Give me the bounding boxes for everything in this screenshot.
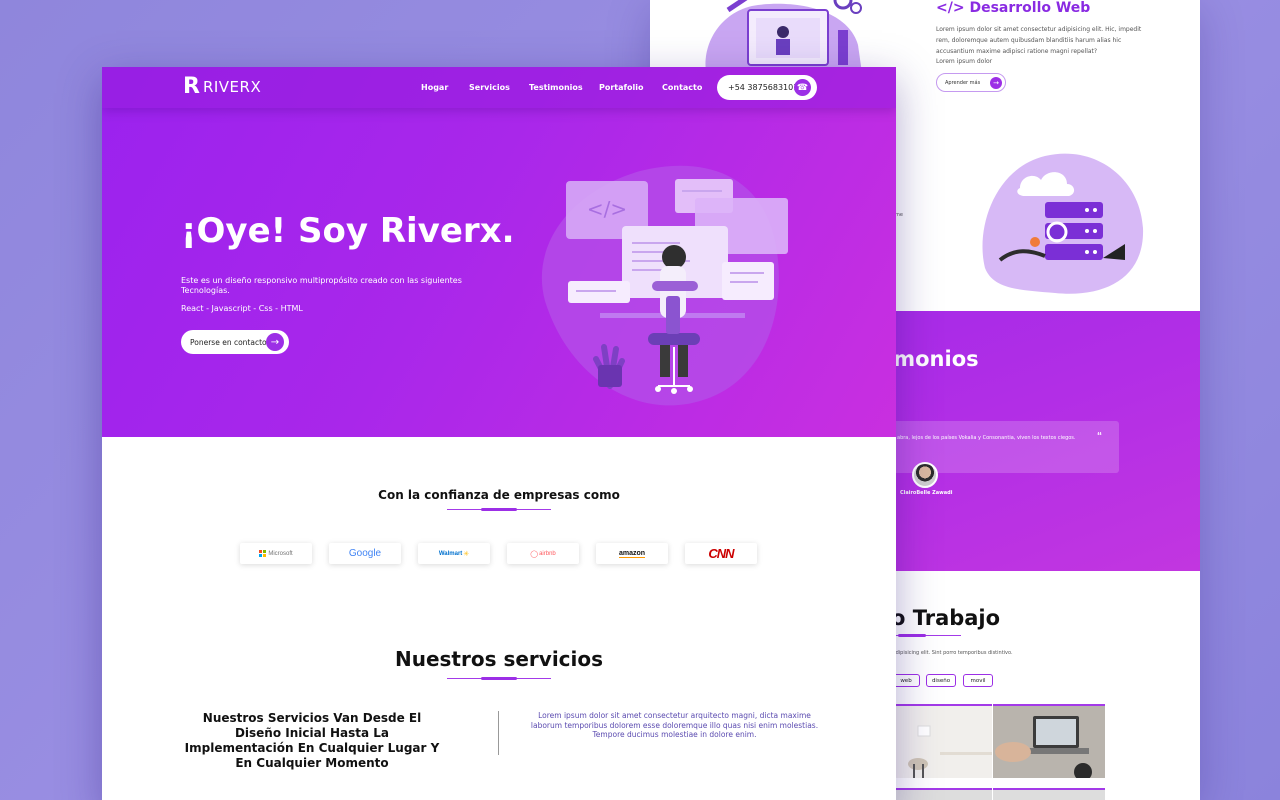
phone-button[interactable]: +54 3875683101 ☎: [717, 75, 817, 100]
nav-link-home[interactable]: Hogar: [421, 83, 448, 92]
learn-more-button[interactable]: Aprender más →: [936, 73, 1006, 92]
services-title: Nuestros servicios: [394, 647, 604, 671]
side-text-fragment: me: [895, 212, 903, 218]
testimonial-name: ClairoBelle Zawadi: [900, 490, 953, 496]
trust-title: Con la confianza de empresas como: [378, 488, 620, 502]
brand-airbnb-name: airbnb: [539, 550, 556, 557]
divider: [498, 711, 499, 755]
filter-mobile-button[interactable]: movil: [963, 674, 993, 687]
arrow-right-icon: →: [266, 333, 284, 351]
logo-mark: R: [183, 74, 200, 99]
brand-google: Google: [329, 543, 401, 564]
testimonial-text: abra, lejos de los países Vokalia y Cons…: [897, 435, 1076, 441]
brand-walmart: Walmart ✳: [418, 543, 490, 564]
hero-title: ¡Oye! Soy Riverx.: [181, 211, 515, 251]
web-dev-text-2: Lorem ipsum dolor: [936, 58, 993, 65]
brand-cnn: CNN: [685, 543, 757, 564]
microsoft-icon: [259, 550, 267, 557]
contact-button[interactable]: Ponerse en contacto →: [181, 330, 289, 354]
title-underline-accent: [898, 634, 926, 637]
code-icon: </>: [587, 197, 627, 221]
main-page-screenshot: R RIVERX Hogar Servicios Testimonios Por…: [102, 67, 896, 800]
hero-section: R RIVERX Hogar Servicios Testimonios Por…: [102, 67, 896, 437]
brand-google-name: Google: [348, 548, 382, 559]
navbar: R RIVERX Hogar Servicios Testimonios Por…: [102, 67, 896, 108]
testimonial-card: [870, 421, 1119, 473]
filter-web-button[interactable]: web: [892, 674, 920, 687]
services-title-underline-accent: [481, 677, 517, 680]
portfolio-image-laptop[interactable]: [993, 704, 1105, 778]
brand-microsoft: Microsoft: [240, 543, 312, 564]
services-headline: Nuestros Servicios Van Desde El Diseño I…: [184, 711, 440, 770]
hero-description: Este es un diseño responsivo multipropós…: [181, 276, 462, 295]
phone-icon: ☎: [794, 79, 811, 96]
title-underline-accent: [481, 508, 517, 511]
phone-number: +54 3875683101: [728, 83, 799, 92]
brand-airbnb: ◯ airbnb: [507, 543, 579, 564]
contact-button-label: Ponerse en contacto: [190, 337, 267, 347]
brand-amazon: amazon: [596, 543, 668, 564]
brand-walmart-name: Walmart: [438, 550, 463, 557]
nav-link-testimonials[interactable]: Testimonios: [529, 83, 583, 92]
web-dev-text: Lorem ipsum dolor sit amet consectetur a…: [936, 26, 1142, 55]
server-illustration: [982, 153, 1144, 294]
portfolio-image-3[interactable]: [880, 788, 992, 800]
nav-link-services[interactable]: Servicios: [469, 83, 510, 92]
portfolio-image-office[interactable]: [880, 704, 992, 778]
portfolio-image-4[interactable]: [993, 788, 1105, 800]
logo-text: RIVERX: [202, 78, 262, 96]
brand-amazon-name: amazon: [618, 549, 646, 558]
web-dev-title: </> Desarrollo Web: [936, 0, 1091, 16]
airbnb-icon: ◯: [530, 550, 539, 558]
services-text: Lorem ipsum dolor sit amet consectetur a…: [530, 711, 819, 739]
hero-technologies: React - Javascript - Css - HTML: [181, 304, 303, 313]
filter-design-button[interactable]: diseño: [926, 674, 956, 687]
nav-link-contact[interactable]: Contacto: [662, 83, 702, 92]
programmer-illustration: </>: [541, 165, 788, 406]
arrow-right-icon: →: [990, 77, 1002, 89]
walmart-spark-icon: ✳: [463, 550, 470, 558]
avatar: [912, 462, 938, 488]
work-subtitle: ctetur adipisicing elit. Sint porro temp…: [876, 650, 1013, 656]
nav-link-portfolio[interactable]: Portafolio: [599, 83, 643, 92]
brand-microsoft-name: Microsoft: [268, 550, 293, 557]
logo[interactable]: R RIVERX: [183, 74, 262, 99]
quote-icon: “: [1097, 431, 1102, 442]
brand-cnn-name: CNN: [708, 546, 734, 561]
learn-more-label: Aprender más: [945, 79, 981, 86]
